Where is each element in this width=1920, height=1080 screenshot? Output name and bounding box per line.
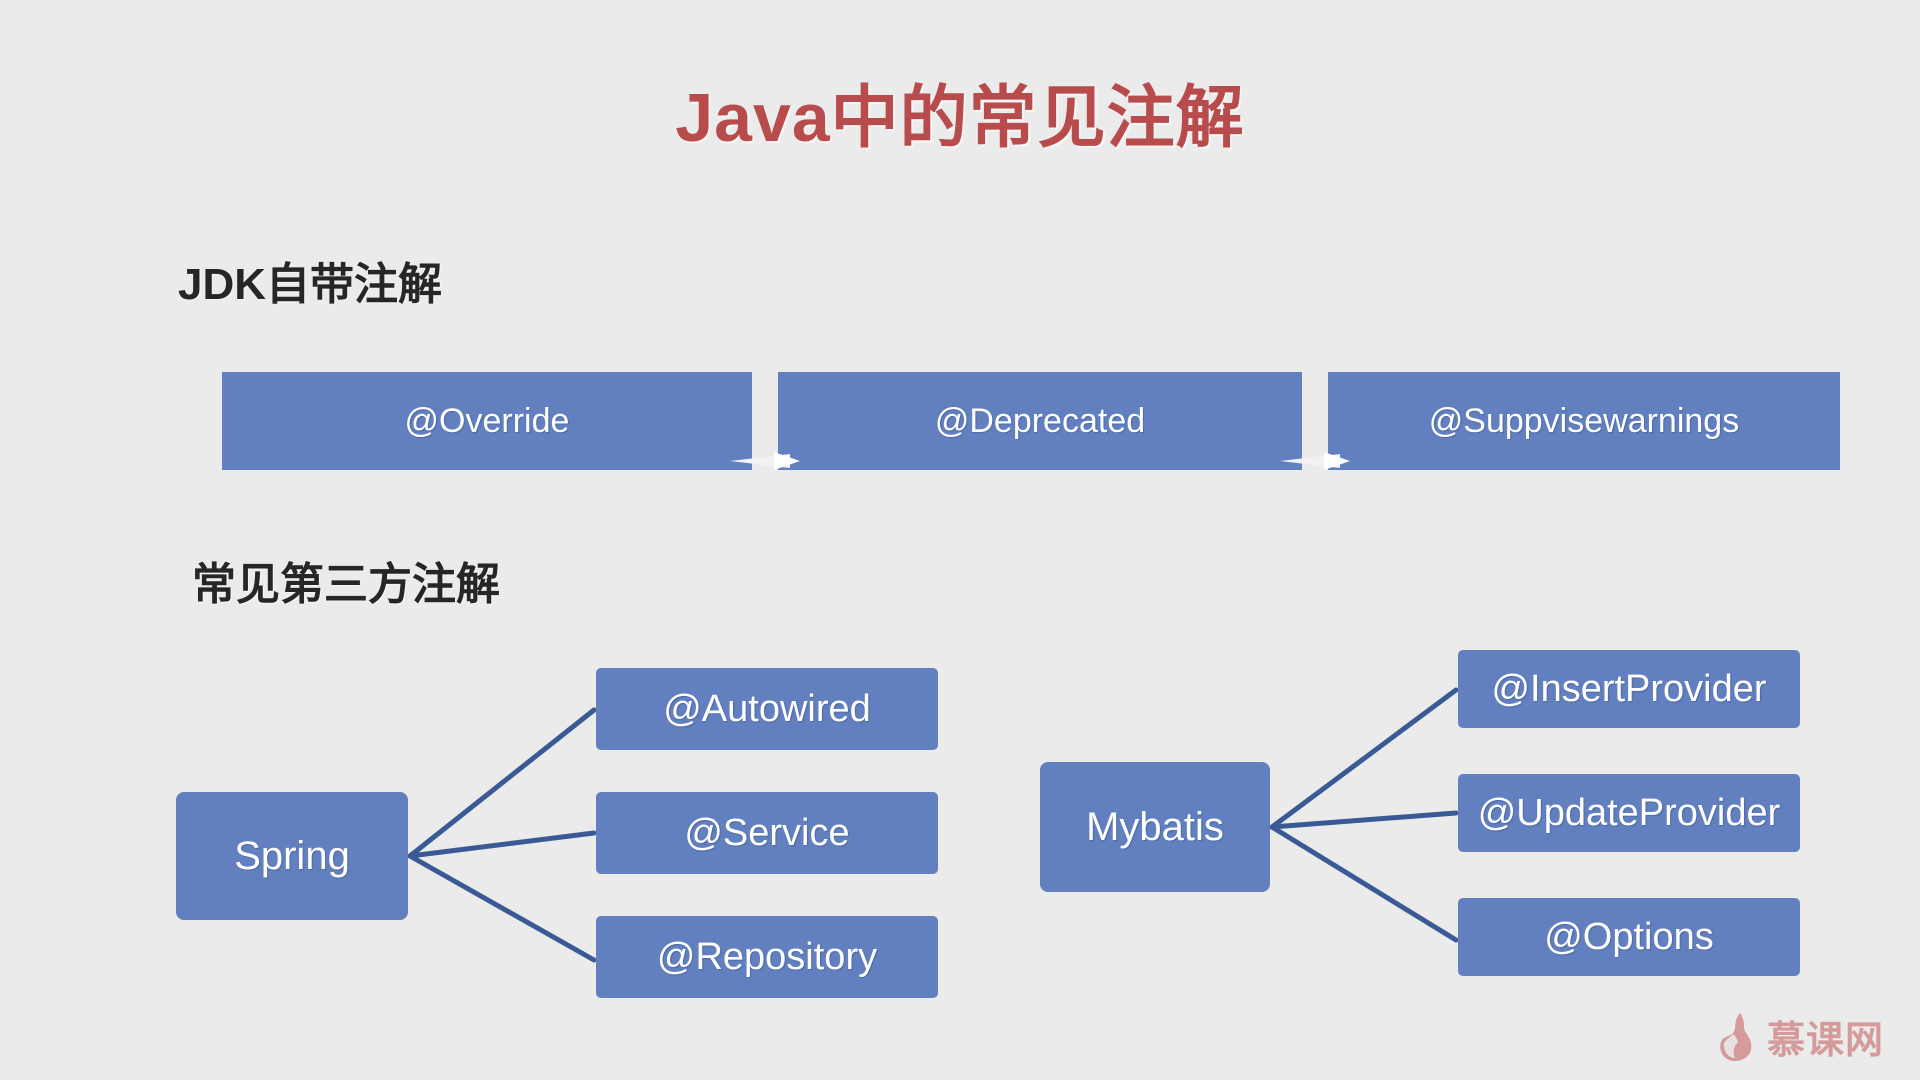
section-heading-jdk: JDK自带注解 [178, 260, 443, 309]
tree-leaf-updateprovider[interactable]: @UpdateProvider [1458, 774, 1800, 852]
flame-icon [1720, 1012, 1752, 1061]
jdk-block-label: @Deprecated [934, 401, 1146, 440]
third-party-tree-area: Spring @Autowired @Service @Repository M… [0, 630, 1920, 1060]
jdk-block-suppvisewarnings[interactable]: @Suppvisewarnings [1328, 372, 1840, 470]
jdk-block-label: @Override [404, 401, 570, 440]
jdk-block-override[interactable]: @Override [222, 372, 752, 470]
tree-node-label: @Service [684, 811, 850, 854]
tree-node-label: @Repository [656, 935, 878, 978]
tree-leaf-autowired[interactable]: @Autowired [596, 668, 938, 750]
page-title: Java中的常见注解 [675, 80, 1245, 156]
tree-node-label: @Autowired [663, 687, 871, 730]
tree-node-label: @InsertProvider [1491, 667, 1767, 710]
jdk-block-label: @Suppvisewarnings [1428, 401, 1740, 440]
tree-node-label: Mybatis [1086, 804, 1224, 849]
section-heading-third-party: 常见第三方注解 [192, 560, 500, 609]
tree-root-mybatis[interactable]: Mybatis [1040, 762, 1270, 892]
jdk-block-deprecated[interactable]: @Deprecated [778, 372, 1302, 470]
tree-leaf-repository[interactable]: @Repository [596, 916, 938, 998]
jdk-annotation-row: @Override @Deprecated @Suppvisewarnings [222, 372, 1840, 470]
tree-node-label: @UpdateProvider [1477, 791, 1781, 834]
tree-node-label: Spring [234, 833, 350, 878]
tree-leaf-insertprovider[interactable]: @InsertProvider [1458, 650, 1800, 728]
slide-canvas: Java中的常见注解 JDK自带注解 @Override @Deprecated… [0, 0, 1920, 1080]
tree-leaf-options[interactable]: @Options [1458, 898, 1800, 976]
watermark-text: 慕课网 [1766, 1020, 1884, 1062]
tree-leaf-service[interactable]: @Service [596, 792, 938, 874]
tree-node-label: @Options [1544, 915, 1714, 958]
tree-root-spring[interactable]: Spring [176, 792, 408, 920]
watermark: 慕课网 [1713, 1009, 1884, 1064]
